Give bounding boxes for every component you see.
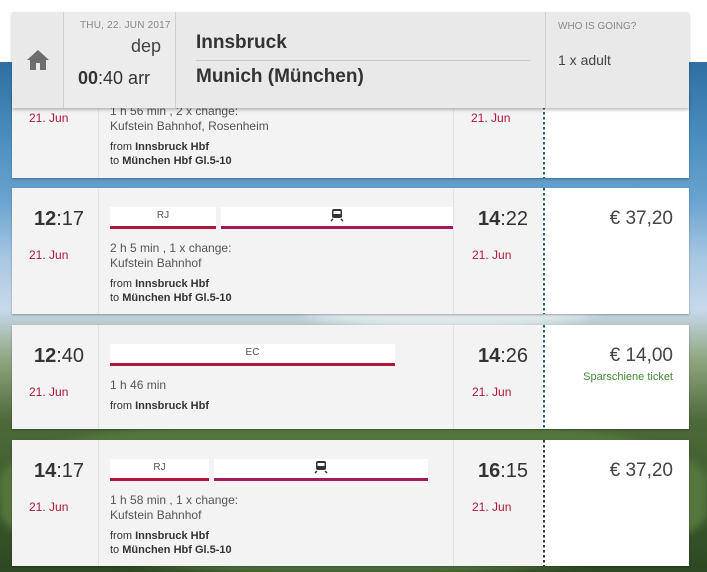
- route-info: from Innsbruck Hbf to München Hbf Gl.5-1…: [110, 278, 232, 304]
- connection-row[interactable]: 12:40 21. Jun EC 1 h 46 min from Innsbru…: [12, 325, 689, 429]
- divider: [196, 60, 530, 61]
- train-segment-bar: [221, 207, 453, 229]
- departure-time: 12:17: [34, 208, 85, 230]
- price: € 37,20: [609, 460, 673, 481]
- date-time-selector[interactable]: THU, 22. JUN 2017 dep 00:40 arr: [64, 12, 176, 108]
- train-segment-bar: RJ: [110, 459, 209, 481]
- arr-day: 21. Jun: [472, 248, 512, 262]
- home-icon: [26, 50, 49, 70]
- arr-day: 21. Jun: [472, 500, 512, 514]
- fare-type: Sparschiene ticket: [583, 371, 673, 383]
- arrival-time: 14:26: [478, 345, 529, 367]
- arr-day: 21. Jun: [472, 385, 512, 399]
- dep-arr-toggle[interactable]: dep: [131, 36, 161, 57]
- train-segment-bar: EC: [110, 344, 395, 366]
- dep-day: 21. Jun: [29, 248, 69, 262]
- dep-day: 21. Jun: [29, 500, 69, 514]
- departure-time: 14:17: [34, 460, 85, 482]
- timeline-dots: [543, 188, 545, 314]
- arrival-time: 14:22: [478, 208, 529, 230]
- departure-time: 12:40: [34, 345, 85, 367]
- connection-row[interactable]: 12:17 21. Jun RJ 2 h 5 min , 1 x change:…: [12, 188, 689, 314]
- trip-info: 1 h 56 min , 2 x change: Kufstein Bahnho…: [110, 104, 269, 133]
- passenger-selector[interactable]: WHO IS GOING? 1 x adult: [545, 12, 689, 108]
- passenger-label: WHO IS GOING?: [558, 21, 637, 32]
- timeline-dots: [543, 440, 545, 566]
- price: € 14,00: [609, 345, 673, 366]
- home-button[interactable]: [12, 12, 64, 108]
- route-info: from Innsbruck Hbf to München Hbf Gl.5-1…: [110, 530, 232, 556]
- arrival-time: 16:15: [478, 460, 529, 482]
- dep-day: 21. Jun: [29, 111, 69, 125]
- arr-day: 21. Jun: [471, 111, 511, 125]
- route-info: from Innsbruck Hbf: [110, 400, 210, 412]
- trip-info: 1 h 58 min , 1 x change: Kufstein Bahnho…: [110, 493, 239, 522]
- route-info: from Innsbruck Hbf to München Hbf Gl.5-1…: [110, 141, 232, 167]
- connection-row[interactable]: 14:17 21. Jun RJ 1 h 58 min , 1 x change…: [12, 440, 689, 566]
- route-selector[interactable]: Innsbruck Munich (München): [176, 12, 545, 108]
- train-segment-bar: [214, 459, 428, 481]
- trip-info: 1 h 46 min: [110, 378, 167, 392]
- train-segment-bar: RJ: [110, 207, 216, 229]
- travel-date: THU, 22. JUN 2017: [80, 20, 171, 31]
- timeline-dots: [543, 325, 545, 429]
- train-icon: [330, 209, 344, 222]
- destination-station[interactable]: Munich (München): [196, 66, 364, 88]
- passenger-value[interactable]: 1 x adult: [558, 52, 611, 68]
- search-header: THU, 22. JUN 2017 dep 00:40 arr Innsbruc…: [12, 12, 689, 108]
- price: € 37,20: [609, 208, 673, 229]
- trip-info: 2 h 5 min , 1 x change: Kufstein Bahnhof: [110, 241, 232, 270]
- dep-day: 21. Jun: [29, 385, 69, 399]
- origin-station[interactable]: Innsbruck: [196, 32, 287, 54]
- train-icon: [314, 461, 328, 474]
- travel-time: 00:40 arr: [78, 68, 151, 88]
